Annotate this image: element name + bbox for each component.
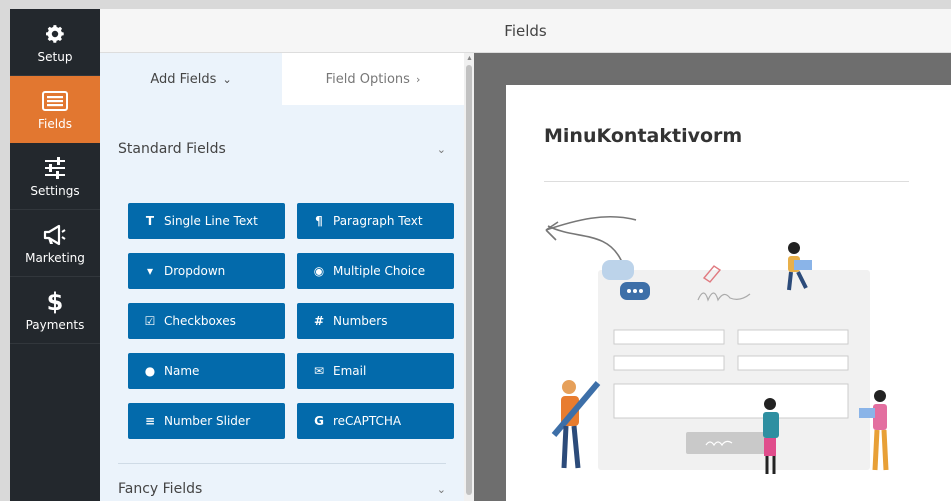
- standard-fields-header[interactable]: Standard Fields ⌄: [118, 131, 446, 167]
- chevron-down-icon: ⌄: [222, 72, 232, 86]
- form-preview-card: MinuKontaktivorm: [506, 85, 951, 501]
- section-title: Fancy Fields: [118, 481, 203, 497]
- google-icon: G: [314, 414, 324, 428]
- checkboxes-button[interactable]: ☑ Checkboxes: [128, 303, 285, 339]
- tab-add-fields[interactable]: Add Fields ⌄: [100, 53, 282, 105]
- button-label: Number Slider: [164, 414, 251, 428]
- nav-label: Marketing: [25, 250, 85, 265]
- form-preview-area: MinuKontaktivorm: [474, 53, 951, 501]
- nav-item-settings[interactable]: Settings: [10, 143, 100, 210]
- button-label: reCAPTCHA: [333, 414, 402, 428]
- nav-item-setup[interactable]: Setup: [10, 9, 100, 76]
- button-label: Single Line Text: [164, 214, 258, 228]
- radio-icon: ◉: [313, 264, 325, 278]
- tab-field-options[interactable]: Field Options ›: [282, 53, 464, 105]
- dollar-icon: $: [46, 287, 64, 316]
- form-title: MinuKontaktivorm: [544, 125, 743, 147]
- tab-label: Field Options: [325, 71, 410, 87]
- fields-panel: Add Fields ⌄ Field Options › Standard Fi…: [100, 53, 464, 501]
- email-button[interactable]: ✉ Email: [297, 353, 454, 389]
- tab-label: Add Fields: [150, 71, 217, 87]
- dropdown-button[interactable]: ▾ Dropdown: [128, 253, 285, 289]
- dropdown-icon: ▾: [146, 264, 154, 278]
- nav-label: Setup: [37, 49, 73, 64]
- left-nav: Setup Fields Settings Marketing $ Paymen…: [10, 9, 100, 501]
- envelope-icon: ✉: [313, 364, 325, 378]
- slider-icon: ≡: [144, 414, 156, 428]
- chevron-down-icon: ⌄: [436, 482, 446, 496]
- nav-label: Payments: [25, 317, 85, 332]
- button-label: Name: [164, 364, 200, 378]
- paragraph-icon: ¶: [315, 214, 323, 228]
- title-divider: [544, 181, 909, 182]
- button-label: Numbers: [333, 314, 388, 328]
- number-slider-button[interactable]: ≡ Number Slider: [128, 403, 285, 439]
- numbers-button[interactable]: # Numbers: [297, 303, 454, 339]
- form-builder: Setup Fields Settings Marketing $ Paymen…: [10, 9, 951, 501]
- hash-icon: #: [313, 314, 325, 328]
- scroll-up-arrow-icon[interactable]: ▲: [466, 55, 473, 62]
- section-divider: [118, 463, 446, 464]
- recaptcha-button[interactable]: G reCAPTCHA: [297, 403, 454, 439]
- nav-label: Fields: [38, 116, 72, 131]
- button-label: Checkboxes: [164, 314, 236, 328]
- scrollbar-thumb[interactable]: [466, 65, 472, 495]
- section-title: Standard Fields: [118, 141, 226, 157]
- multiple-choice-button[interactable]: ◉ Multiple Choice: [297, 253, 454, 289]
- fancy-fields-header[interactable]: Fancy Fields ⌄: [118, 471, 446, 501]
- panel-tabs: Add Fields ⌄ Field Options ›: [100, 53, 464, 105]
- text-icon: T: [145, 214, 155, 228]
- chevron-right-icon: ›: [415, 72, 421, 86]
- megaphone-icon: [42, 222, 68, 248]
- nav-label: Settings: [30, 183, 80, 198]
- button-label: Multiple Choice: [333, 264, 426, 278]
- single-line-text-button[interactable]: T Single Line Text: [128, 203, 285, 239]
- sliders-icon: [43, 155, 67, 181]
- page-title: Fields: [504, 21, 547, 40]
- nav-item-marketing[interactable]: Marketing: [10, 210, 100, 277]
- empty-form-illustration: [545, 215, 889, 474]
- checkbox-icon: ☑: [144, 314, 156, 328]
- paragraph-text-button[interactable]: ¶ Paragraph Text: [297, 203, 454, 239]
- chevron-down-icon: ⌄: [436, 142, 446, 156]
- nav-item-fields[interactable]: Fields: [10, 76, 100, 143]
- button-label: Email: [333, 364, 367, 378]
- button-label: Paragraph Text: [333, 214, 423, 228]
- gear-icon: [44, 21, 66, 47]
- top-bar: Fields: [100, 9, 951, 53]
- nav-item-payments[interactable]: $ Payments: [10, 277, 100, 344]
- fields-list-icon: [42, 88, 68, 114]
- button-label: Dropdown: [164, 264, 226, 278]
- user-icon: ●: [144, 364, 156, 378]
- name-button[interactable]: ● Name: [128, 353, 285, 389]
